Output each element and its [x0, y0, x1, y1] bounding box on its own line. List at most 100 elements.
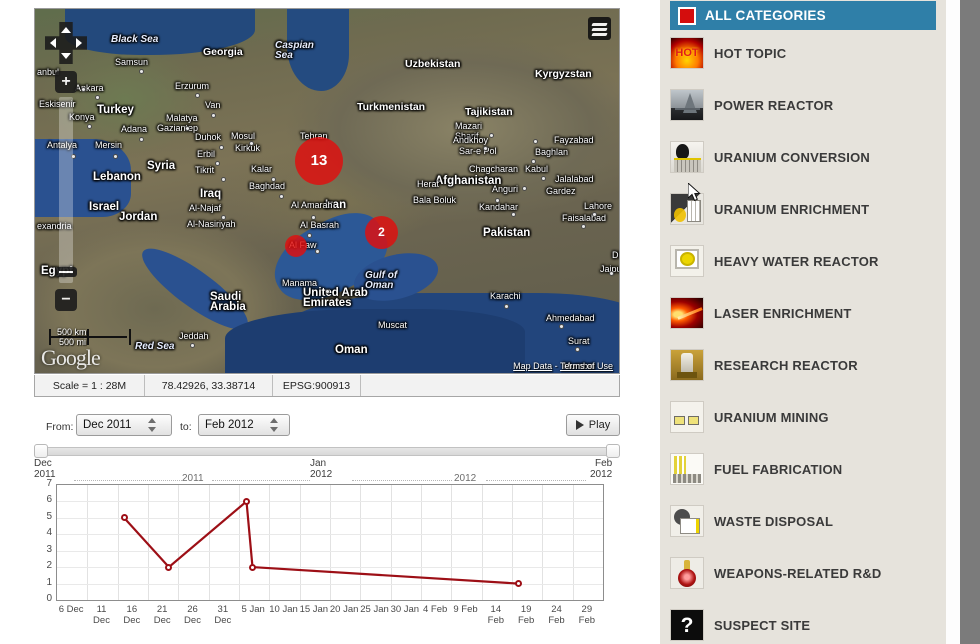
sidebar-item-label: HOT TOPIC	[714, 45, 787, 61]
chart-label-mid: Jan 2012	[310, 458, 333, 480]
chart-point[interactable]	[120, 514, 128, 522]
map-status-bar: Scale = 1 : 28M 78.42926, 33.38714 EPSG:…	[34, 375, 620, 397]
sidebar-item-power-reactor[interactable]: POWER REACTOR	[670, 88, 940, 122]
uranium-mining-icon	[670, 401, 704, 433]
sidebar-item-label: POWER REACTOR	[714, 97, 834, 113]
map-city-dot	[522, 186, 527, 191]
to-label: to:	[180, 421, 192, 433]
pan-down-icon[interactable]	[61, 53, 71, 59]
map-container[interactable]: Black Sea Caspian Sea Red Sea Gulf of Oman Geo…	[34, 8, 620, 404]
chart-label-start: Dec 2011	[34, 458, 56, 480]
map-city-dot	[609, 271, 614, 276]
timeline-range-slider[interactable]	[34, 444, 620, 458]
range-handle-end[interactable]	[606, 444, 620, 458]
sidebar-item-uranium-conversion[interactable]: URANIUM CONVERSION	[670, 140, 940, 174]
sidebar-item-weapons-related-r-d[interactable]: WEAPONS-RELATED R&D	[670, 556, 940, 590]
map-city-dot	[113, 154, 118, 159]
map-epsg-value: EPSG:900913	[273, 375, 361, 396]
y-axis-tick: 5	[46, 511, 52, 522]
sidebar-item-label: RESEARCH REACTOR	[714, 357, 858, 373]
map-coordinates-value: 78.42926, 33.38714	[145, 375, 273, 396]
map-scale-value: Scale = 1 : 28M	[35, 375, 145, 396]
chart-point[interactable]	[242, 497, 250, 505]
map-city-dot	[139, 69, 144, 74]
map-cluster-marker[interactable]	[285, 235, 307, 257]
y-axis-tick: 7	[46, 478, 52, 489]
map-city-dot	[559, 324, 564, 329]
map-city-dot	[541, 176, 546, 181]
map-city-dot	[533, 139, 538, 144]
to-spinner-arrows[interactable]	[267, 416, 281, 434]
map-city-dot	[211, 113, 216, 118]
y-axis-tick: 3	[46, 544, 52, 555]
waste-disposal-icon	[670, 505, 704, 537]
map-city-dot	[504, 304, 509, 309]
map-city-dot	[95, 95, 100, 100]
sidebar-item-hot-topic[interactable]: HOT TOPIC	[670, 36, 940, 70]
play-button[interactable]: Play	[566, 414, 620, 436]
zoom-slider-handle[interactable]	[55, 267, 77, 277]
range-handle-start[interactable]	[34, 444, 48, 458]
y-axis-tick: 4	[46, 527, 52, 538]
chart-point[interactable]	[248, 563, 256, 571]
map-cluster-marker[interactable]: 2	[365, 216, 398, 249]
map-city-dot	[495, 198, 500, 203]
map-city-dot	[190, 343, 195, 348]
hot-topic-icon	[670, 37, 704, 69]
sidebar-item-label: WEAPONS-RELATED R&D	[714, 565, 882, 581]
all-categories-header[interactable]: ALL CATEGORIES	[670, 1, 936, 30]
map-and-timeline-pane: Black Sea Caspian Sea Red Sea Gulf of Oman Geo…	[0, 0, 660, 644]
pan-right-icon[interactable]	[76, 38, 82, 48]
pan-up-icon[interactable]	[61, 27, 71, 33]
sidebar-item-uranium-mining[interactable]: URANIUM MINING	[670, 400, 940, 434]
sidebar-item-suspect-site[interactable]: SUSPECT SITE	[670, 608, 940, 642]
terms-of-use-link[interactable]: Terms of Use	[560, 361, 613, 371]
map-layers-icon[interactable]	[588, 17, 611, 40]
map-city-dot	[575, 347, 580, 352]
from-spinner-arrows[interactable]	[145, 416, 159, 434]
satellite-map[interactable]: Black Sea Caspian Sea Red Sea Gulf of Oman Geo…	[34, 8, 620, 374]
map-pan-control[interactable]	[45, 22, 87, 64]
sidebar-item-research-reactor[interactable]: RESEARCH REACTOR	[670, 348, 940, 382]
zoom-out-button[interactable]: −	[55, 289, 77, 311]
map-data-link[interactable]: Map Data	[513, 361, 552, 371]
sidebar-item-heavy-water-reactor[interactable]: HEAVY WATER REACTOR	[670, 244, 940, 278]
pan-left-icon[interactable]	[50, 38, 56, 48]
sidebar-item-uranium-enrichment[interactable]: URANIUM ENRICHMENT	[670, 192, 940, 226]
sidebar-item-label: WASTE DISPOSAL	[714, 513, 834, 529]
all-categories-swatch-icon	[678, 6, 696, 25]
from-month-spinner[interactable]: Dec 2011	[76, 414, 172, 436]
sidebar-item-label: URANIUM ENRICHMENT	[714, 201, 870, 217]
zoom-in-button[interactable]: +	[55, 71, 77, 93]
to-month-spinner[interactable]: Feb 2012	[198, 414, 290, 436]
zoom-slider-track[interactable]	[59, 97, 73, 283]
events-timeline-chart: Dec 2011 Jan 2012 Feb 2012 2011 2012 7 6 5 4 3 2…	[34, 458, 620, 640]
map-zoom-control[interactable]: + −	[55, 71, 77, 311]
sidebar-item-label: LASER ENRICHMENT	[714, 305, 852, 321]
arabian-sea-deep	[225, 309, 525, 373]
mouse-cursor	[688, 183, 701, 202]
map-cluster-marker[interactable]: 13	[295, 137, 343, 185]
y-axis-tick: 6	[46, 494, 52, 505]
chart-year-2011: 2011	[182, 473, 204, 484]
sidebar-item-waste-disposal[interactable]: WASTE DISPOSAL	[670, 504, 940, 538]
map-city-dot	[307, 233, 312, 238]
sidebar-item-fuel-fabrication[interactable]: FUEL FABRICATION	[670, 452, 940, 486]
map-city-dot	[221, 215, 226, 220]
chart-point[interactable]	[514, 580, 522, 588]
range-track[interactable]	[40, 447, 614, 456]
sidebar-item-label: HEAVY WATER REACTOR	[714, 253, 879, 269]
timeline-controls: From: Dec 2011 to: Feb 2012 Play	[34, 414, 620, 442]
map-city-dot	[221, 177, 226, 182]
weapons-rd-icon	[670, 557, 704, 589]
map-city-dot	[185, 126, 190, 131]
mediterranean-water	[35, 139, 131, 217]
sidebar-item-label: FUEL FABRICATION	[714, 461, 843, 477]
map-city-dot	[271, 177, 276, 182]
sidebar-item-label: URANIUM CONVERSION	[714, 149, 870, 165]
map-city-dot	[483, 146, 488, 151]
sidebar-item-laser-enrichment[interactable]: LASER ENRICHMENT	[670, 296, 940, 330]
map-city-dot	[215, 161, 220, 166]
attribution-separator: -	[552, 361, 560, 371]
map-city-dot	[531, 159, 536, 164]
